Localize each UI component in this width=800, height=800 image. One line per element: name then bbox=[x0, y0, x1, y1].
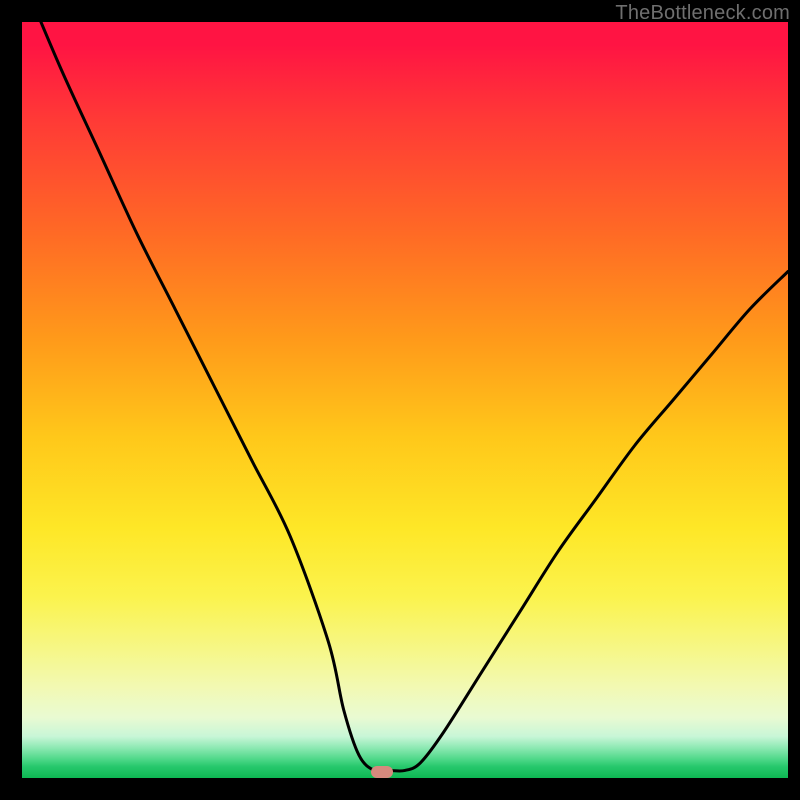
gradient-background bbox=[22, 22, 788, 778]
chart-container: TheBottleneck.com bbox=[0, 0, 800, 800]
optimal-point-marker bbox=[371, 766, 393, 778]
plot-area bbox=[22, 22, 788, 778]
